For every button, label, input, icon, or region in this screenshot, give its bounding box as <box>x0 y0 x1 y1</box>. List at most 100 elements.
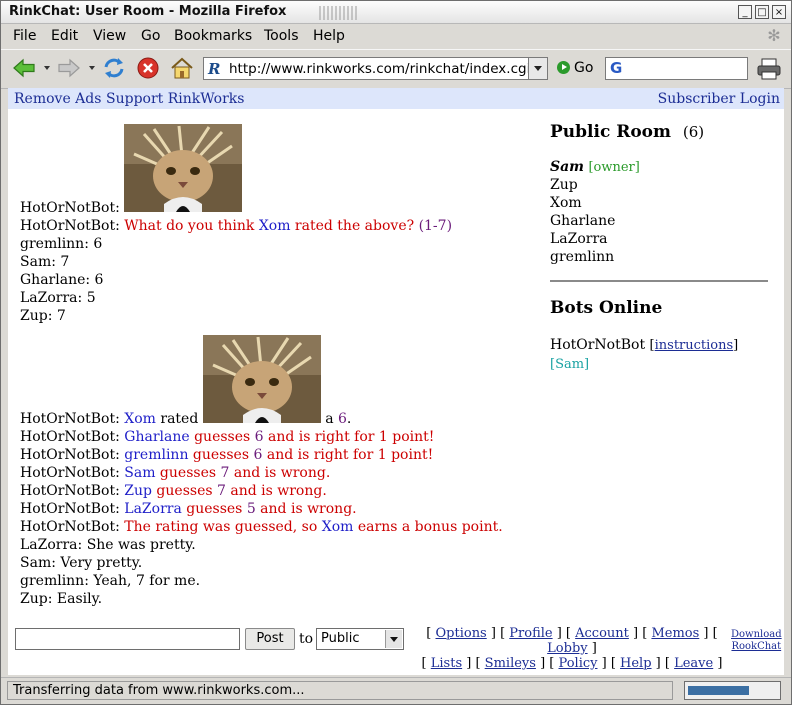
chat-speaker: HotOrNotBot <box>20 501 116 517</box>
bot-message: and is wrong. <box>255 501 357 517</box>
account-link[interactable]: Account <box>575 626 629 641</box>
help-link[interactable]: Help <box>620 656 652 671</box>
bot-owner-tag: [Sam] <box>550 357 590 372</box>
forward-button[interactable] <box>56 55 82 81</box>
user-list-item[interactable]: Sam [owner] <box>550 158 770 176</box>
policy-link[interactable]: Policy <box>558 656 597 671</box>
chat-speaker: HotOrNotBot <box>20 465 116 481</box>
options-link[interactable]: Options <box>436 626 487 641</box>
go-label: Go <box>574 60 594 76</box>
bot-message: What do you think <box>124 218 259 234</box>
chat-text: : She was pretty. <box>77 537 196 553</box>
user-list-item[interactable]: Gharlane <box>550 212 770 230</box>
chat-username: Sam <box>124 465 156 481</box>
page-content: Remove Ads Support RinkWorks Subscriber … <box>8 88 784 675</box>
cat-photo-image <box>202 335 321 423</box>
chat-line: HotOrNotBot: Xom rated a 6. <box>20 335 540 428</box>
support-rinkworks-link[interactable]: Support RinkWorks <box>106 91 244 107</box>
owner-tag: [owner] <box>588 160 640 175</box>
home-button[interactable] <box>169 55 195 81</box>
chat-speaker: gremlinn <box>20 236 85 252</box>
subscriber-login-link[interactable]: Subscriber Login <box>658 91 780 107</box>
user-list-item[interactable]: Xom <box>550 194 770 212</box>
room-title: Public Room (6) <box>550 122 770 142</box>
bot-message: earns a bonus point. <box>353 519 503 535</box>
browser-window: RinkChat: User Room - Mozilla Firefox _ … <box>0 0 792 705</box>
to-label: to <box>299 631 314 647</box>
user-list-item[interactable]: Zup <box>550 176 770 194</box>
chat-line: HotOrNotBot: <box>20 124 540 217</box>
menu-bookmarks[interactable]: Bookmarks <box>174 28 252 44</box>
bot-instructions-link[interactable]: instructions <box>655 338 734 353</box>
chat-speaker: HotOrNotBot <box>20 200 116 216</box>
url-text[interactable]: http://www.rinkworks.com/rinkchat/index.… <box>229 61 529 77</box>
menu-edit[interactable]: Edit <box>51 28 78 44</box>
user-list-item[interactable]: gremlinn <box>550 248 770 266</box>
bot-message: and is right for 1 point! <box>263 429 435 445</box>
home-icon <box>171 57 193 79</box>
download-line2[interactable]: RookChat <box>731 641 781 652</box>
menu-go[interactable]: Go <box>141 28 160 44</box>
post-button[interactable]: Post <box>245 628 295 650</box>
close-window-button[interactable]: × <box>772 5 786 19</box>
chat-username: Xom <box>321 519 354 535</box>
chat-line: HotOrNotBot: Gharlane guesses 6 and is r… <box>20 429 435 445</box>
chat-text: : Very pretty. <box>51 555 143 571</box>
go-arrow-icon <box>557 61 570 74</box>
remove-ads-link[interactable]: Remove Ads <box>14 91 101 107</box>
cat-photo-image <box>124 124 243 212</box>
smileys-link[interactable]: Smileys <box>485 656 536 671</box>
sidebar-divider <box>550 280 768 282</box>
url-history-dropdown[interactable] <box>528 58 547 79</box>
menu-help[interactable]: Help <box>313 28 345 44</box>
reload-icon <box>104 58 124 78</box>
profile-link[interactable]: Profile <box>509 626 552 641</box>
url-bar[interactable]: R http://www.rinkworks.com/rinkchat/inde… <box>203 57 548 80</box>
throbber-icon: ✻ <box>767 26 781 45</box>
chat-speaker: Sam <box>20 254 52 270</box>
room-name: Public Room <box>550 122 672 142</box>
chat-line: LaZorra: 5 <box>20 289 540 307</box>
menu-bar: File Edit View Go Bookmarks Tools Help ✻ <box>1 24 791 48</box>
user-count: (6) <box>682 123 705 141</box>
leave-link[interactable]: Leave <box>674 656 713 671</box>
chat-speaker: HotOrNotBot <box>20 429 116 445</box>
menu-file[interactable]: File <box>13 28 36 44</box>
menu-view[interactable]: View <box>93 28 126 44</box>
go-button[interactable]: Go <box>557 60 593 76</box>
memos-link[interactable]: Memos <box>651 626 699 641</box>
chat-speaker: HotOrNotBot <box>20 483 116 499</box>
site-favicon-icon: R <box>208 60 221 78</box>
title-bar: RinkChat: User Room - Mozilla Firefox _ … <box>1 1 791 24</box>
bot-list-item: HotOrNotBot [instructions] [Sam] <box>550 337 739 372</box>
menu-tools[interactable]: Tools <box>264 28 299 44</box>
forward-history-dropdown[interactable] <box>89 66 95 70</box>
print-button[interactable] <box>756 57 782 81</box>
user-list-item[interactable]: LaZorra <box>550 230 770 248</box>
forward-arrow-icon <box>58 58 80 78</box>
back-button[interactable] <box>11 55 37 81</box>
recipient-select[interactable]: Public <box>316 628 404 650</box>
lobby-link[interactable]: Lobby <box>547 641 587 656</box>
search-input[interactable]: G <box>605 57 748 80</box>
message-input[interactable] <box>15 628 240 650</box>
chat-line: gremlinn: Yeah, 7 for me. <box>20 572 540 590</box>
chat-text: rated <box>155 411 203 427</box>
chat-line: gremlinn: 6 <box>20 235 540 253</box>
reload-button[interactable] <box>101 55 127 81</box>
progress-fill <box>688 686 749 695</box>
chat-speaker: HotOrNotBot <box>20 411 116 427</box>
chat-text: : 7 <box>51 254 70 270</box>
download-line1[interactable]: Download <box>731 629 782 640</box>
chat-username: Gharlane <box>124 429 190 445</box>
chat-line: HotOrNotBot: What do you think Xom rated… <box>20 218 453 234</box>
back-history-dropdown[interactable] <box>44 66 50 70</box>
lists-link[interactable]: Lists <box>431 656 462 671</box>
top-navigation: Remove Ads Support RinkWorks Subscriber … <box>8 88 784 109</box>
download-link[interactable]: Download RookChat <box>731 629 782 653</box>
maximize-button[interactable]: □ <box>755 5 769 19</box>
rating-value: 5 <box>246 501 256 517</box>
minimize-button[interactable]: _ <box>738 5 752 19</box>
navigation-toolbar: R http://www.rinkworks.com/rinkchat/inde… <box>1 49 791 89</box>
stop-button[interactable] <box>135 55 161 81</box>
